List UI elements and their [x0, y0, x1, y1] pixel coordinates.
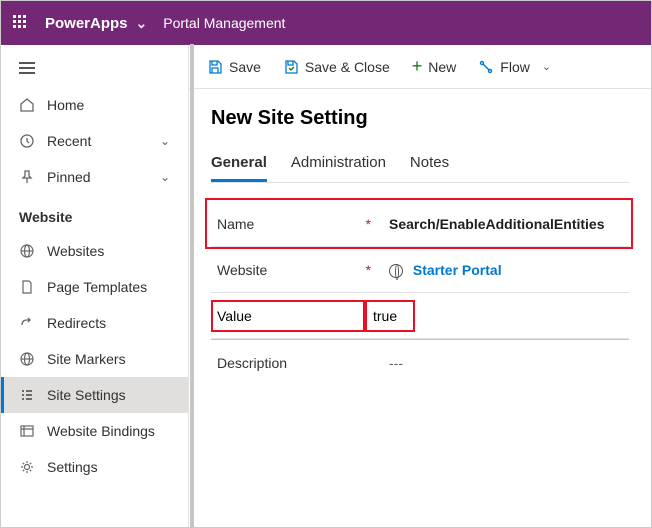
scrollbar[interactable] [190, 44, 194, 528]
chevron-down-icon: ⌄ [160, 170, 170, 184]
save-icon [207, 59, 223, 75]
marker-icon [19, 351, 35, 367]
form-row-name: Name * Search/EnableAdditionalEntities [211, 201, 629, 247]
sidebar-item-websites[interactable]: Websites [1, 233, 188, 269]
website-lookup[interactable]: Starter Portal [381, 262, 629, 278]
new-button[interactable]: + New [412, 56, 457, 77]
value-field[interactable]: true [365, 300, 415, 332]
brand-label: PowerApps [45, 15, 128, 32]
tab-general[interactable]: General [211, 146, 267, 182]
sidebar-item-label: Site Markers [47, 351, 126, 367]
form-row-website: Website * Starter Portal [211, 247, 629, 293]
tab-notes[interactable]: Notes [410, 146, 449, 182]
sidebar-item-label: Recent [47, 133, 91, 149]
tab-administration[interactable]: Administration [291, 146, 386, 182]
chevron-down-icon: ⌄ [542, 60, 551, 73]
sidebar-item-redirects[interactable]: Redirects [1, 305, 188, 341]
name-field[interactable]: Search/EnableAdditionalEntities [381, 216, 629, 232]
sidebar-item-label: Website Bindings [47, 423, 155, 439]
page-icon [19, 279, 35, 295]
module-name: Portal Management [163, 15, 285, 31]
save-close-icon [283, 59, 299, 75]
sidebar-section-header: Website [1, 195, 188, 233]
required-indicator: * [366, 216, 381, 232]
sidebar-item-label: Pinned [47, 169, 91, 185]
sidebar-item-site-markers[interactable]: Site Markers [1, 341, 188, 377]
save-button[interactable]: Save [207, 59, 261, 75]
tabs: General Administration Notes [211, 146, 629, 183]
plus-icon: + [412, 56, 423, 77]
sidebar-item-label: Page Templates [47, 279, 147, 295]
app-header: PowerApps ⌄ Portal Management [1, 1, 651, 45]
required-indicator: * [366, 262, 381, 278]
hamburger-button[interactable] [1, 45, 188, 87]
sidebar-item-label: Site Settings [47, 387, 126, 403]
globe-icon [389, 264, 403, 278]
globe-icon [19, 243, 35, 259]
sidebar-item-home[interactable]: Home [1, 87, 188, 123]
form-general: Name * Search/EnableAdditionalEntities W… [211, 201, 629, 385]
sidebar-item-label: Settings [47, 459, 98, 475]
cmd-label: Flow [500, 59, 530, 75]
flow-icon [478, 59, 494, 75]
field-label: Website [211, 262, 366, 278]
sidebar-item-label: Home [47, 97, 84, 113]
cmd-label: New [428, 59, 456, 75]
field-label: Name [211, 216, 366, 232]
sidebar-item-settings[interactable]: Settings [1, 449, 188, 485]
command-bar: Save Save & Close + New Flow ⌄ [189, 45, 651, 89]
sidebar-item-recent[interactable]: Recent ⌄ [1, 123, 188, 159]
flow-button[interactable]: Flow ⌄ [478, 59, 551, 75]
field-label: Value [211, 300, 365, 332]
cmd-label: Save & Close [305, 59, 390, 75]
sidebar-item-site-settings[interactable]: Site Settings [1, 377, 188, 413]
page-title: New Site Setting [211, 107, 629, 130]
form-row-description: Description --- [211, 339, 629, 385]
website-link[interactable]: Starter Portal [413, 262, 502, 278]
brand[interactable]: PowerApps ⌄ [45, 15, 147, 32]
sidebar-item-website-bindings[interactable]: Website Bindings [1, 413, 188, 449]
gear-icon [19, 459, 35, 475]
clock-icon [19, 133, 35, 149]
chevron-down-icon: ⌄ [160, 134, 170, 148]
settings-list-icon [19, 387, 35, 403]
app-launcher-icon[interactable] [13, 15, 29, 31]
sidebar: Home Recent ⌄ Pinned ⌄ Website Websites [1, 45, 189, 527]
save-close-button[interactable]: Save & Close [283, 59, 390, 75]
description-field[interactable]: --- [381, 355, 629, 371]
redirect-icon [19, 315, 35, 331]
sidebar-item-label: Websites [47, 243, 104, 259]
sidebar-item-pinned[interactable]: Pinned ⌄ [1, 159, 188, 195]
home-icon [19, 97, 35, 113]
bindings-icon [19, 423, 35, 439]
sidebar-item-page-templates[interactable]: Page Templates [1, 269, 188, 305]
sidebar-item-label: Redirects [47, 315, 106, 331]
form-row-value: Value true [211, 293, 629, 339]
pin-icon [19, 169, 35, 185]
field-label: Description [211, 355, 371, 371]
chevron-down-icon: ⌄ [136, 15, 148, 32]
cmd-label: Save [229, 59, 261, 75]
